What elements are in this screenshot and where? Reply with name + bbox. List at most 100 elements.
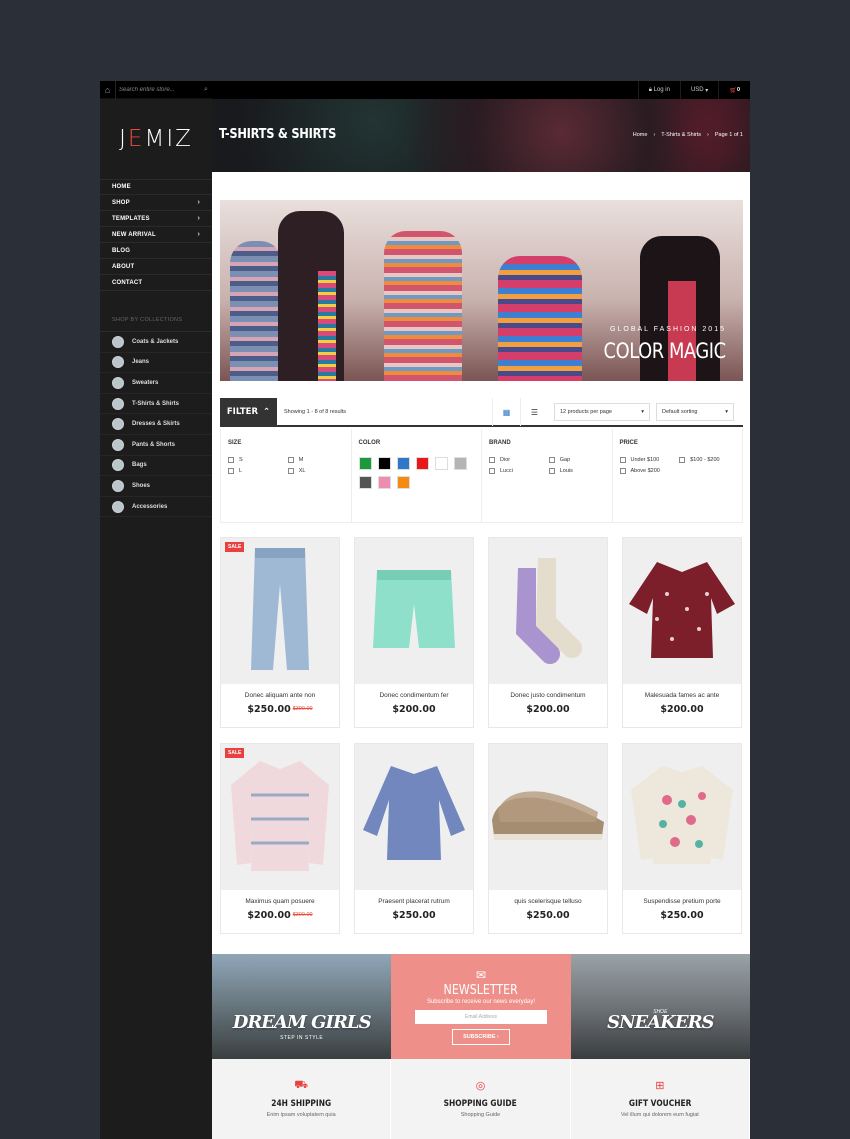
checkbox[interactable] — [228, 457, 234, 463]
color-swatch[interactable] — [377, 476, 391, 489]
product-image[interactable] — [623, 538, 741, 684]
color-swatch[interactable] — [358, 476, 372, 489]
grid-view-icon[interactable]: ▦ — [492, 398, 520, 426]
product-name[interactable]: Donec aliquam ante non — [221, 692, 339, 699]
product-card[interactable]: SALE Donec aliquam ante non $250.00 $300.00 — [220, 537, 340, 728]
product-card[interactable]: Malesuada fames ac ante $200.00 — [622, 537, 742, 728]
per-page-select[interactable]: 12 products per page ▾ — [554, 403, 650, 421]
collection-coats-jackets[interactable]: Coats & Jackets — [100, 332, 212, 353]
product-name[interactable]: Maximus quam posuere — [221, 898, 339, 905]
breadcrumb-home[interactable]: Home — [633, 132, 648, 138]
filter-toggle-button[interactable]: FILTER ⌃ — [220, 398, 277, 426]
product-card[interactable]: SALE Maximus quam posuere $200.00 $300.00 — [220, 743, 340, 934]
product-image[interactable]: SALE — [221, 744, 339, 890]
product-image[interactable] — [623, 744, 741, 890]
color-swatch[interactable] — [396, 457, 410, 470]
product-image[interactable] — [489, 744, 607, 890]
filter-option-xl[interactable]: XL — [287, 468, 344, 474]
menu-item-templates[interactable]: TEMPLATES › — [100, 211, 212, 227]
collection-sweaters[interactable]: Sweaters — [100, 373, 212, 394]
product-price: $200.00 — [247, 910, 291, 921]
collection-accessories[interactable]: Accessories — [100, 497, 212, 518]
logo[interactable]: J E MIZ — [100, 99, 212, 179]
subscribe-button[interactable]: SUBSCRIBE › — [452, 1028, 510, 1045]
color-swatch[interactable] — [396, 476, 410, 489]
search-input[interactable] — [116, 82, 200, 97]
filter-option-lucci[interactable]: Lucci — [489, 468, 545, 474]
home-icon[interactable]: ⌂ — [100, 81, 116, 99]
product-name[interactable]: Suspendisse pretium porte — [623, 898, 741, 905]
product-card[interactable]: Donec justo condimentum $200.00 — [488, 537, 608, 728]
menu-item-new-arrival[interactable]: NEW ARRIVAL › — [100, 227, 212, 243]
breadcrumb-category[interactable]: T-Shirts & Shirts — [661, 132, 701, 138]
menu-item-contact[interactable]: CONTACT — [100, 275, 212, 291]
checkbox[interactable] — [489, 457, 495, 463]
checkbox[interactable] — [548, 457, 555, 463]
product-name[interactable]: quis scelerisque telluso — [489, 898, 607, 905]
color-swatch[interactable] — [434, 457, 448, 470]
collection-tshirts-shirts[interactable]: T-Shirts & Shirts — [100, 394, 212, 415]
product-name[interactable]: Donec condimentum fer — [355, 692, 473, 699]
menu-item-blog[interactable]: BLOG — [100, 243, 212, 259]
filter-option-100-200[interactable]: $100 - $200 — [679, 457, 735, 463]
color-swatch[interactable] — [415, 457, 429, 470]
product-image[interactable]: SALE — [221, 538, 339, 684]
product-image[interactable] — [355, 744, 473, 890]
login-link[interactable]: 🔒︎ Log in — [637, 81, 680, 99]
color-swatch[interactable] — [377, 457, 391, 470]
checkbox[interactable] — [619, 468, 626, 474]
filter-option-under-100[interactable]: Under $100 — [619, 457, 676, 463]
collection-jeans[interactable]: Jeans — [100, 353, 212, 374]
filter-option-m[interactable]: M — [287, 457, 344, 463]
checkbox[interactable] — [679, 457, 686, 463]
promo-title: DREAM GIRLS — [232, 1012, 372, 1033]
collection-dresses-skirts[interactable]: Dresses & Skirts — [100, 414, 212, 435]
product-price-row: $250.00 — [623, 910, 741, 921]
filter-option-l[interactable]: L — [228, 468, 284, 474]
checkbox[interactable] — [548, 468, 555, 474]
currency-select[interactable]: USD ▾ — [679, 81, 718, 99]
collection-pants-shorts[interactable]: Pants & Shorts — [100, 435, 212, 456]
product-card[interactable]: Donec condimentum fer $200.00 — [354, 537, 474, 728]
checkbox[interactable] — [619, 457, 626, 463]
menu-item-home[interactable]: HOME — [100, 179, 212, 195]
checkbox[interactable] — [489, 468, 495, 474]
product-card[interactable]: Praesent placerat rutrum $250.00 — [354, 743, 474, 934]
filter-option-dior[interactable]: Dior — [489, 457, 545, 463]
menu-item-shop[interactable]: SHOP › — [100, 195, 212, 211]
chevron-up-icon: ⌃ — [263, 407, 271, 417]
list-view-icon[interactable]: ☰ — [520, 398, 548, 426]
promo-sneakers[interactable]: SHOE SNEAKERS — [570, 954, 750, 1059]
filter-option-above-200[interactable]: Above $200 — [619, 468, 676, 474]
product-image[interactable] — [355, 538, 473, 684]
search-icon[interactable]: ⌕ — [200, 86, 212, 94]
product-card[interactable]: Suspendisse pretium porte $250.00 — [622, 743, 742, 934]
filter-option-gap[interactable]: Gap — [548, 457, 605, 463]
color-swatch[interactable] — [358, 457, 372, 470]
collection-bags[interactable]: Bags — [100, 456, 212, 477]
filter-option-louis[interactable]: Louis — [548, 468, 605, 474]
product-price-row: $250.00 — [489, 910, 607, 921]
checkbox[interactable] — [287, 468, 294, 474]
product-name[interactable]: Donec justo condimentum — [489, 692, 607, 699]
promo-dream-girls[interactable]: DREAM GIRLS STEP IN STYLE — [212, 954, 392, 1059]
collection-shoes[interactable]: Shoes — [100, 476, 212, 497]
filter-option-s[interactable]: S — [228, 457, 284, 463]
product-card[interactable]: quis scelerisque telluso $250.00 — [488, 743, 608, 934]
product-image[interactable] — [489, 538, 607, 684]
newsletter-email-input[interactable] — [414, 1009, 547, 1024]
hero-banner[interactable]: GLOBAL FASHION 2015 COLOR MAGIC — [220, 200, 743, 381]
color-swatch[interactable] — [453, 457, 467, 470]
caret-down-icon: ▾ — [705, 87, 709, 94]
product-illustration — [627, 554, 737, 669]
checkbox[interactable] — [287, 457, 294, 463]
model-figure — [318, 271, 336, 381]
checkbox[interactable] — [228, 468, 234, 474]
chevron-right-icon: › — [197, 231, 200, 238]
menu-item-about[interactable]: ABOUT — [100, 259, 212, 275]
sort-select[interactable]: Default sorting ▾ — [656, 403, 734, 421]
cart-button[interactable]: 🛒︎ 0 — [718, 81, 750, 99]
product-name[interactable]: Praesent placerat rutrum — [355, 898, 473, 905]
product-name[interactable]: Malesuada fames ac ante — [623, 692, 741, 699]
feature-text: Shopping Guide — [460, 1112, 501, 1118]
